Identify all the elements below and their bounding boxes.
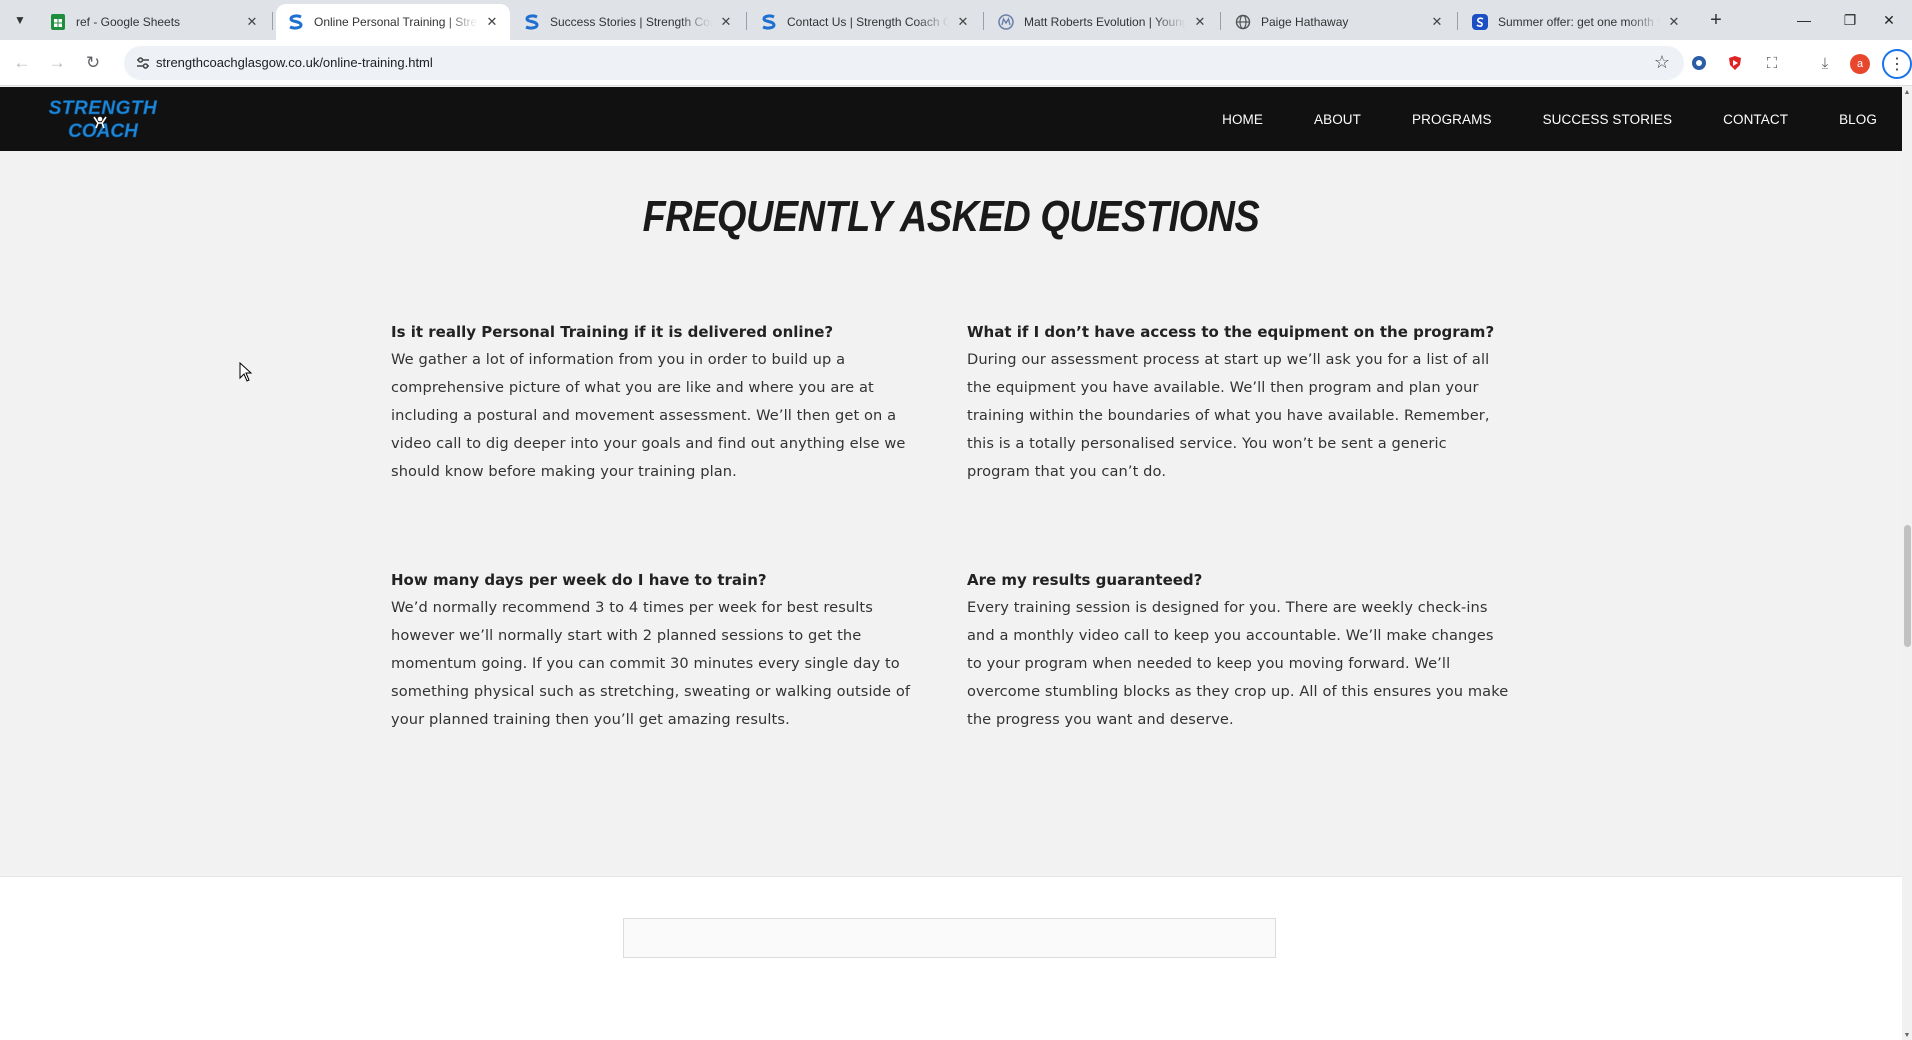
plus-icon: +	[1710, 8, 1722, 31]
arrow-right-icon: →	[48, 53, 66, 72]
tab-contact-us[interactable]: Contact Us | Strength Coach Glasgow ✕	[749, 4, 981, 40]
faq-item: Is it really Personal Training if it is …	[391, 318, 936, 486]
nav-success-stories[interactable]: SUCCESS STORIES	[1543, 112, 1673, 127]
strength-coach-icon	[288, 14, 304, 30]
close-icon[interactable]: ✕	[1666, 14, 1682, 30]
mouse-cursor-icon	[239, 362, 253, 382]
nav-blog[interactable]: BLOG	[1839, 112, 1877, 127]
tab-google-sheets[interactable]: ref - Google Sheets ✕	[38, 4, 270, 40]
faq-answer: We’d normally recommend 3 to 4 times per…	[391, 599, 911, 728]
url-text: strengthcoachglasgow.co.uk/online-traini…	[156, 55, 433, 70]
faq-item: How many days per week do I have to trai…	[391, 566, 936, 734]
new-tab-button[interactable]: +	[1702, 8, 1730, 32]
tab-title: Matt Roberts Evolution | Young	[1024, 15, 1186, 29]
globe-icon	[1235, 14, 1251, 30]
svg-text:COACH: COACH	[68, 121, 139, 142]
tab-paige-hathaway[interactable]: Paige Hathaway ✕	[1223, 4, 1455, 40]
reload-icon: ↻	[85, 53, 101, 72]
close-icon: ✕	[1883, 11, 1895, 28]
extensions-puzzle-icon[interactable]: ⛶	[1760, 51, 1784, 75]
reload-button[interactable]: ↻	[79, 49, 107, 77]
address-bar[interactable]: strengthcoachglasgow.co.uk/online-traini…	[124, 46, 1684, 80]
faq-answer: During our assessment process at start u…	[967, 351, 1490, 480]
tab-matt-roberts[interactable]: Matt Roberts Evolution | Young ✕	[986, 4, 1218, 40]
scroll-down-arrow-icon[interactable]: ▼	[1902, 1030, 1912, 1040]
faq-question: How many days per week do I have to trai…	[391, 571, 767, 589]
tab-title: Success Stories | Strength Coach Glasgow	[550, 15, 712, 29]
nav-home[interactable]: HOME	[1222, 112, 1263, 127]
site-logo[interactable]: STRENGTH COACH	[38, 95, 168, 143]
site-info-icon[interactable]	[134, 54, 152, 72]
close-icon[interactable]: ✕	[244, 14, 260, 30]
site-header: STRENGTH COACH HOME ABOUT PROGRAMS SUCCE…	[0, 87, 1902, 151]
faq-heading: FREQUENTLY ASKED QUESTIONS	[642, 192, 1260, 241]
tab-title: Summer offer: get one month free	[1498, 15, 1660, 29]
tab-search-button[interactable]: ▼	[8, 8, 32, 32]
back-button[interactable]: ←	[8, 49, 36, 77]
strength-coach-icon	[761, 14, 777, 30]
close-icon[interactable]: ✕	[955, 14, 971, 30]
tab-title: Contact Us | Strength Coach Glasgow	[787, 15, 949, 29]
faq-question: What if I don’t have access to the equip…	[967, 323, 1495, 341]
faq-item: Are my results guaranteed? Every trainin…	[967, 566, 1512, 734]
download-icon[interactable]: ⤓	[1813, 51, 1837, 75]
strength-coach-icon	[524, 14, 540, 30]
close-icon[interactable]: ✕	[718, 14, 734, 30]
close-icon[interactable]: ✕	[1429, 14, 1445, 30]
tab-strip: ▼ ref - Google Sheets ✕ Online Personal …	[0, 0, 1912, 40]
close-window-button[interactable]: ✕	[1866, 0, 1912, 40]
tab-summer-offer[interactable]: Summer offer: get one month free ✕	[1460, 4, 1692, 40]
nav-about[interactable]: ABOUT	[1314, 112, 1361, 127]
page-viewport: STRENGTH COACH HOME ABOUT PROGRAMS SUCCE…	[0, 87, 1902, 1040]
close-icon[interactable]: ✕	[484, 14, 500, 30]
tab-online-personal-training[interactable]: Online Personal Training | Strength Coac…	[276, 4, 510, 40]
tab-title: Online Personal Training | Strength Coac…	[314, 15, 478, 29]
main-nav: HOME ABOUT PROGRAMS SUCCESS STORIES CONT…	[1171, 87, 1877, 151]
scroll-up-arrow-icon[interactable]: ▲	[1902, 87, 1912, 97]
svg-text:STRENGTH: STRENGTH	[49, 98, 158, 119]
kebab-menu-icon: ⋮	[1889, 56, 1905, 73]
faq-answer: We gather a lot of information from you …	[391, 351, 906, 480]
tab-success-stories[interactable]: Success Stories | Strength Coach Glasgow…	[512, 4, 744, 40]
faq-question: Are my results guaranteed?	[967, 571, 1203, 589]
browser-menu-button[interactable]: ⋮	[1882, 49, 1912, 79]
mr-icon	[998, 14, 1014, 30]
extension-shield-icon[interactable]	[1723, 51, 1747, 75]
tab-title: ref - Google Sheets	[76, 15, 181, 29]
browser-toolbar: ← → ↻ strengthcoachglasgow.co.uk/online-…	[0, 40, 1912, 86]
offer-icon	[1472, 14, 1488, 30]
profile-initial: a	[1856, 58, 1864, 70]
sheets-icon	[50, 14, 66, 30]
minimize-button[interactable]: —	[1781, 0, 1827, 40]
profile-avatar[interactable]: a	[1850, 54, 1870, 74]
arrow-left-icon: ←	[13, 53, 31, 72]
chevron-down-icon: ▼	[14, 13, 26, 27]
faq-question: Is it really Personal Training if it is …	[391, 323, 834, 341]
tab-title: Paige Hathaway	[1261, 15, 1349, 29]
nav-programs[interactable]: PROGRAMS	[1412, 112, 1492, 127]
bookmark-star-icon[interactable]: ☆	[1654, 52, 1670, 73]
content-card	[623, 918, 1276, 958]
forward-button[interactable]: →	[43, 49, 71, 77]
extension-1-icon[interactable]	[1687, 51, 1711, 75]
faq-answer: Every training session is designed for y…	[967, 599, 1509, 728]
faq-item: What if I don’t have access to the equip…	[967, 318, 1512, 486]
page-scrollbar[interactable]: ▲ ▼	[1902, 87, 1912, 1040]
minimize-icon: —	[1797, 12, 1811, 28]
close-icon[interactable]: ✕	[1192, 14, 1208, 30]
scroll-thumb[interactable]	[1904, 525, 1911, 647]
restore-icon: ❐	[1843, 11, 1857, 28]
nav-contact[interactable]: CONTACT	[1723, 112, 1788, 127]
next-section	[0, 876, 1902, 1040]
